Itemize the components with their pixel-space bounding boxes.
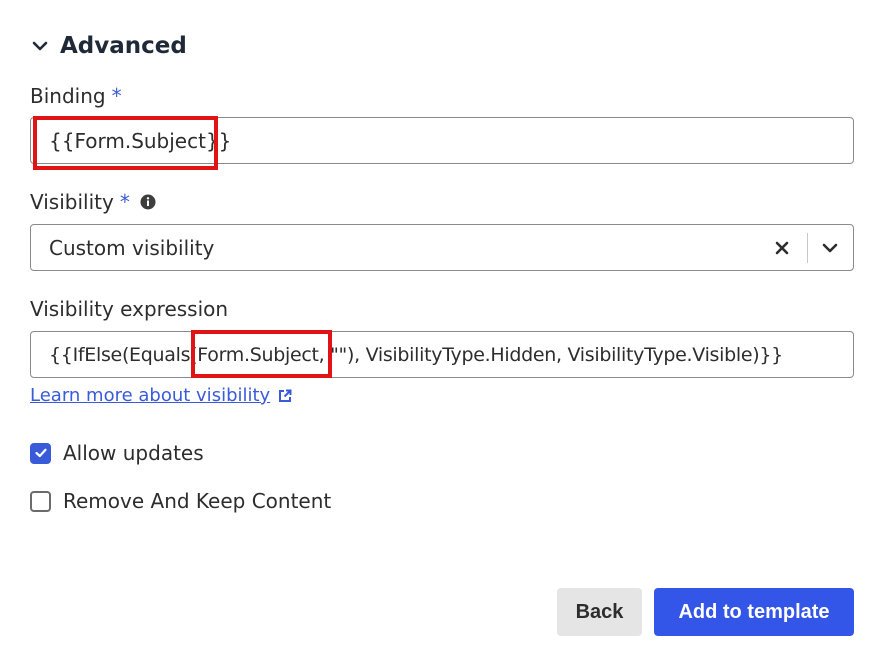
required-marker: * [111, 84, 122, 108]
select-divider [807, 233, 808, 263]
advanced-section-toggle[interactable]: Advanced [30, 30, 187, 62]
highlight-box [33, 116, 218, 170]
learn-more-link[interactable]: Learn more about visibility [30, 385, 292, 406]
visibility-label: Visibility * [30, 190, 156, 214]
remove-keep-content-label: Remove And Keep Content [63, 489, 332, 513]
required-marker: * [119, 190, 130, 214]
visibility-expression-label-text: Visibility expression [30, 297, 229, 321]
visibility-selected-value: Custom visibility [49, 235, 215, 260]
binding-label-text: Binding [30, 84, 106, 108]
learn-more-text: Learn more about visibility [30, 385, 271, 406]
allow-updates-option[interactable]: Allow updates [30, 441, 204, 465]
remove-keep-content-checkbox[interactable] [30, 490, 51, 512]
allow-updates-checkbox[interactable] [30, 442, 51, 464]
info-icon[interactable] [140, 194, 156, 210]
back-button[interactable]: Back [557, 588, 642, 636]
visibility-expression-value: {{IfElse(Equals(Form.Subject, ""), Visib… [49, 343, 783, 366]
chevron-down-icon [822, 243, 838, 253]
visibility-label-text: Visibility [30, 190, 114, 214]
visibility-expression-label: Visibility expression [30, 297, 228, 321]
checkmark-icon [34, 448, 47, 458]
chevron-down-icon [32, 41, 48, 51]
allow-updates-label: Allow updates [63, 441, 204, 465]
binding-label: Binding * [30, 84, 122, 108]
external-link-icon [279, 389, 292, 402]
visibility-select[interactable]: Custom visibility [30, 224, 854, 271]
remove-keep-content-option[interactable]: Remove And Keep Content [30, 489, 331, 513]
highlight-box [191, 330, 332, 378]
clear-button[interactable] [771, 237, 793, 259]
close-icon [775, 241, 789, 255]
dropdown-toggle[interactable] [819, 237, 841, 259]
add-to-template-button[interactable]: Add to template [654, 588, 854, 636]
visibility-expression-input[interactable]: {{IfElse(Equals(Form.Subject, ""), Visib… [30, 331, 854, 378]
section-title: Advanced [60, 33, 187, 59]
